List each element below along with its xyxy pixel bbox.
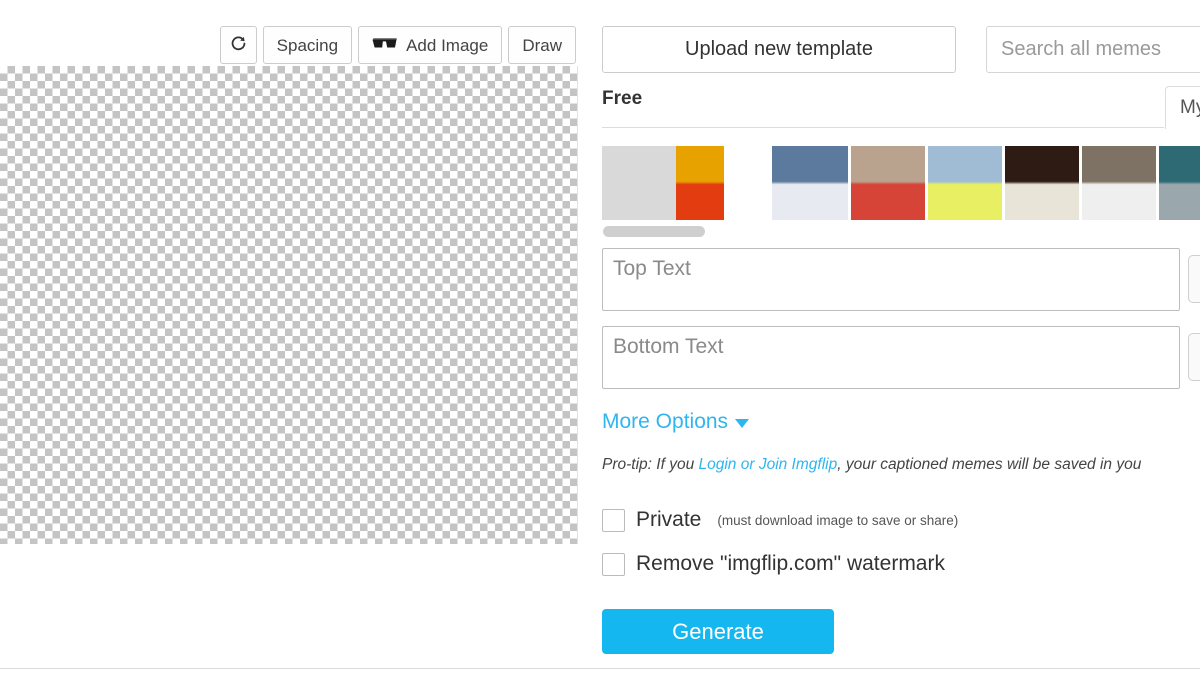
thumb-change-mind[interactable] [1082,146,1156,220]
top-text-input[interactable] [602,248,1180,311]
template-tabs: Free My [602,88,1200,128]
thumb-left-exit[interactable] [1159,146,1200,220]
add-image-button[interactable]: Add Image [358,26,502,64]
pro-tip-before-link: If you [652,456,699,473]
upload-new-template-button[interactable]: Upload new template [602,26,956,73]
generate-button[interactable]: Generate [602,609,834,654]
top-text-row [602,248,1200,311]
private-note: (must download image to save or share) [717,513,958,528]
draw-button-label: Draw [522,37,562,54]
canvas-column: Spacing Add Image Draw [0,0,580,675]
thumbnail-scrollbar-thumb[interactable] [603,226,705,237]
thumb-blank-gray[interactable] [602,146,676,220]
pro-tip-prefix: Pro-tip: [602,456,652,473]
sunglasses-icon [372,37,398,54]
chevron-down-icon [735,419,749,428]
more-options-label: More Options [602,410,728,434]
remove-watermark-label: Remove "imgflip.com" watermark [636,552,945,576]
spacing-button[interactable]: Spacing [263,26,352,64]
thumb-uno-draw[interactable] [928,146,1002,220]
tabs-underline [602,127,1164,128]
spacing-button-label: Spacing [277,37,338,54]
rotate-cw-icon [230,35,247,55]
draw-button[interactable]: Draw [508,26,576,64]
thumb-drake[interactable] [676,146,724,220]
tab-free[interactable]: Free [602,88,642,110]
add-image-button-label: Add Image [406,37,488,54]
private-checkbox-row[interactable]: Private (must download image to save or … [602,508,958,532]
bottom-text-options-button[interactable] [1188,333,1200,381]
tab-free-label: Free [602,88,642,109]
page-divider [0,668,1200,669]
private-label: Private [636,508,701,532]
pro-tip-after-link: , your captioned memes will be saved in … [837,456,1141,473]
thumbnail-scrollbar[interactable] [602,226,1200,238]
thumb-anime-slap[interactable] [772,146,848,220]
template-thumbnail-strip[interactable] [602,146,1200,220]
generate-button-label: Generate [672,619,764,645]
tab-my-templates[interactable]: My [1165,86,1200,129]
thumb-uno-card[interactable] [1005,146,1079,220]
pro-tip-text: Pro-tip: If you Login or Join Imgflip, y… [602,456,1200,474]
top-text-options-button[interactable] [1188,255,1200,303]
private-checkbox[interactable] [602,509,625,532]
canvas-toolbar: Spacing Add Image Draw [0,26,578,64]
upload-new-template-label: Upload new template [685,38,873,61]
tab-my-templates-label: My [1180,97,1200,119]
login-or-join-link[interactable]: Login or Join Imgflip [699,456,838,473]
meme-canvas[interactable] [0,66,578,544]
search-all-memes-input[interactable] [986,26,1200,73]
template-bar: Upload new template [602,26,1200,73]
bottom-text-input[interactable] [602,326,1180,389]
editor-panel: Upload new template Free My [602,0,1200,675]
remove-watermark-checkbox[interactable] [602,553,625,576]
more-options-toggle[interactable]: More Options [602,410,749,434]
imgflip-meme-generator: Spacing Add Image Draw [0,0,1200,675]
bottom-text-row [602,326,1200,389]
thumb-distracted-bf[interactable] [851,146,925,220]
rotate-button[interactable] [220,26,257,64]
remove-watermark-checkbox-row[interactable]: Remove "imgflip.com" watermark [602,552,945,576]
